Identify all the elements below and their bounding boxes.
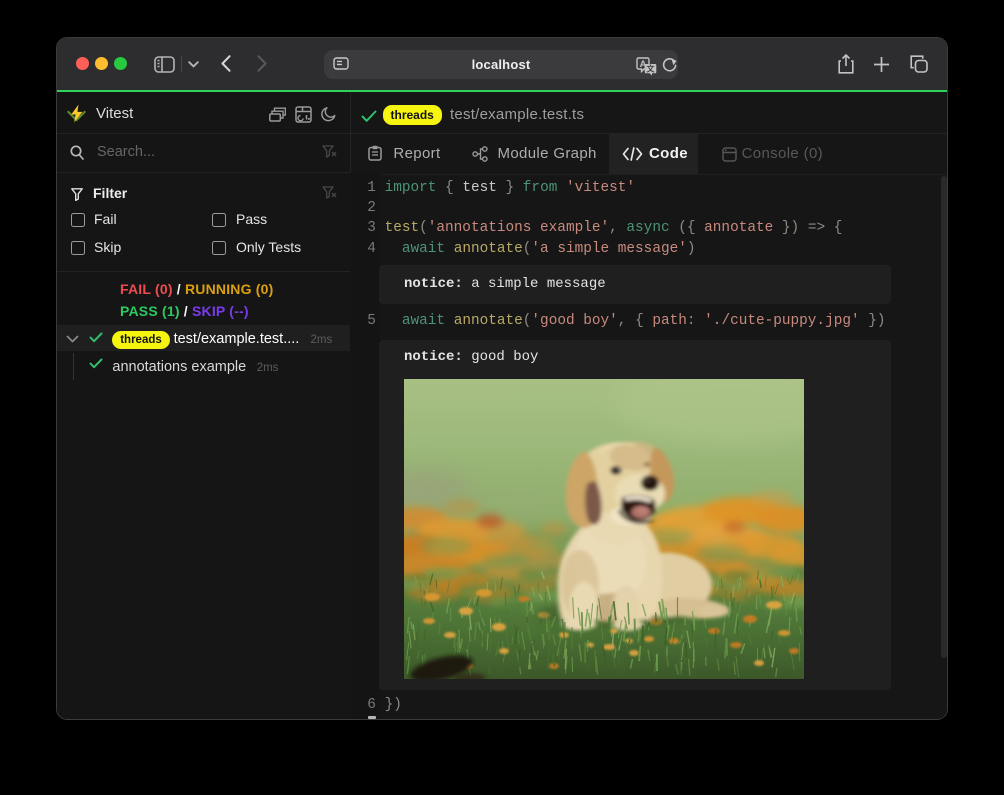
svg-text:文: 文 [647,64,656,74]
